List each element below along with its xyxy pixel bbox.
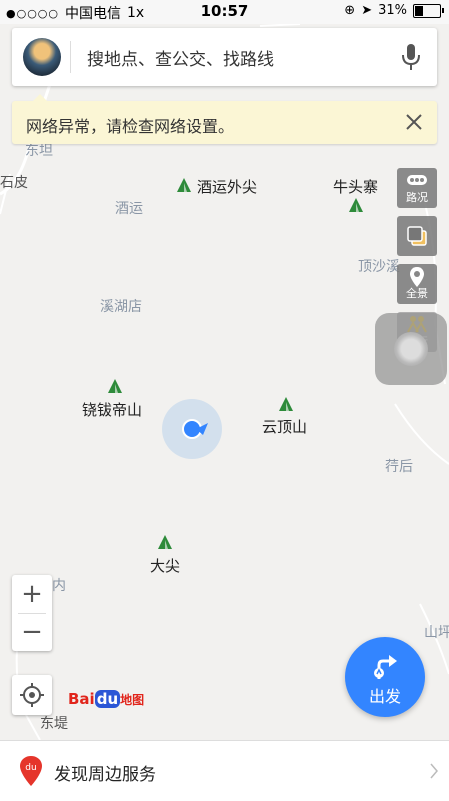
layers-button[interactable] — [397, 216, 437, 256]
user-avatar[interactable] — [23, 38, 61, 76]
locate-button[interactable] — [12, 675, 52, 715]
go-button-label: 出发 — [368, 687, 401, 706]
zoom-control: + − — [12, 575, 52, 651]
location-arrow-icon: ➤ — [361, 3, 373, 18]
area-label: 石皮 — [0, 175, 28, 191]
nearby-services-bar[interactable]: du 发现周边服务 — [0, 740, 449, 801]
place-label[interactable]: 大尖 — [150, 555, 180, 576]
area-label: 内 — [52, 578, 66, 594]
network-error-banner: 网络异常，请检查网络设置。 — [12, 94, 437, 144]
go-button[interactable]: 出发 — [345, 637, 425, 717]
layers-icon — [407, 226, 427, 246]
mountain-icon — [349, 198, 363, 212]
assistive-touch-button[interactable] — [375, 313, 447, 385]
du-pin-icon: du — [20, 756, 42, 786]
area-label: 东堤 — [40, 716, 68, 732]
zoom-out-button[interactable]: − — [12, 613, 52, 651]
panorama-button[interactable]: 全景 — [397, 264, 437, 304]
mountain-icon — [108, 379, 122, 393]
battery-percent: 31% — [378, 3, 407, 18]
battery-icon — [413, 3, 444, 18]
traffic-button[interactable]: 路况 — [397, 168, 437, 208]
place-label[interactable]: 酒运外尖 — [197, 176, 257, 197]
crosshair-icon — [20, 683, 44, 707]
area-label: 顶沙溪 — [358, 259, 400, 275]
close-icon[interactable] — [403, 111, 425, 133]
area-label: 酒运 — [115, 201, 143, 217]
search-divider — [70, 41, 71, 73]
current-location-marker — [162, 399, 222, 459]
place-label[interactable]: 牛头寨 — [333, 176, 378, 197]
heading-arrow-icon — [196, 423, 208, 435]
baidu-map-logo: Bai du 地图 — [68, 690, 145, 708]
place-label[interactable]: 云顶山 — [262, 416, 307, 437]
area-label: 溪湖店 — [100, 299, 142, 315]
area-label: 荇后 — [385, 459, 413, 475]
area-label: 山坪 — [424, 625, 449, 641]
mountain-icon — [158, 535, 172, 549]
rotation-lock-icon: ⊕ — [344, 3, 356, 18]
chevron-right-icon — [430, 763, 438, 779]
traffic-icon — [407, 175, 427, 185]
banner-message: 网络异常，请检查网络设置。 — [26, 117, 235, 136]
location-pin-icon — [410, 267, 424, 287]
status-bar: ●○○○○ 中国电信 1x 10:57 ⊕ ➤ 31% — [0, 0, 449, 24]
mountain-icon — [279, 397, 293, 411]
zoom-in-button[interactable]: + — [12, 575, 52, 613]
search-bar[interactable]: 搜地点、查公交、找路线 — [12, 28, 437, 86]
microphone-icon[interactable] — [401, 43, 421, 71]
nearby-services-label: 发现周边服务 — [54, 765, 156, 785]
search-input[interactable]: 搜地点、查公交、找路线 — [87, 45, 274, 70]
route-arrow-icon — [374, 655, 397, 679]
place-label[interactable]: 铙钹帝山 — [82, 399, 142, 420]
svg-text:du: du — [25, 763, 36, 773]
mountain-icon — [177, 178, 191, 192]
